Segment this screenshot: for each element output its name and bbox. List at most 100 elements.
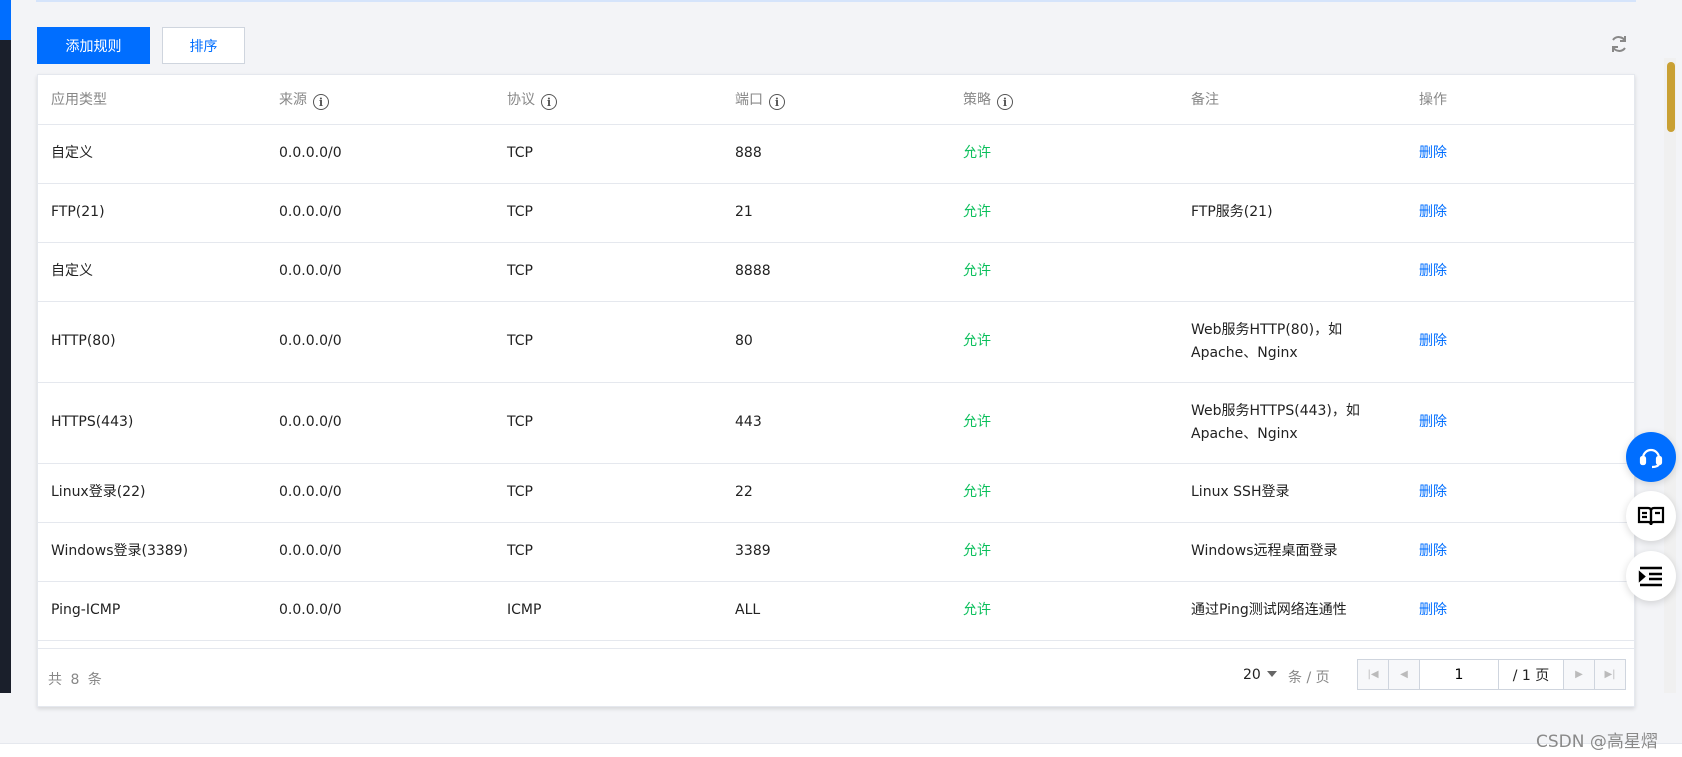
refresh-icon[interactable]: [1608, 33, 1630, 55]
caret-down-icon: [1266, 671, 1277, 677]
first-page-icon[interactable]: |◀: [1358, 660, 1389, 689]
table-row: Linux登录(22) 0.0.0.0/0 TCP 22 允许 Linux SSH登录 删除: [38, 463, 1636, 523]
list-indent-icon[interactable]: [1626, 551, 1676, 601]
source-cell: 0.0.0.0/0: [266, 183, 494, 243]
app-type-cell: HTTPS(443): [38, 382, 266, 464]
policy-cell: 允许: [950, 382, 1178, 464]
info-icon[interactable]: i: [313, 94, 329, 110]
table-row: 自定义 0.0.0.0/0 TCP 888 允许 删除: [38, 124, 1636, 184]
page-number-input[interactable]: [1420, 660, 1499, 689]
delete-link[interactable]: 删除: [1419, 333, 1447, 349]
per-page-label: 条 / 页: [1288, 670, 1330, 686]
policy-cell: 允许: [963, 204, 991, 220]
app-type-cell: FTP(21): [51, 204, 105, 220]
app-type-cell: Linux登录(22): [51, 484, 146, 500]
add-rule-button[interactable]: 添加规则: [37, 27, 150, 64]
port-cell: 8888: [722, 242, 950, 302]
port-cell: ALL: [722, 581, 950, 641]
info-icon[interactable]: i: [997, 94, 1013, 110]
port-cell: 3389: [735, 543, 771, 559]
column-header-label: 操作: [1419, 92, 1447, 109]
policy-cell: 允许: [950, 242, 1178, 302]
table-footer: 共 8 条 20 条 / 页 |◀ ◀ / 1 页 ▶ ▶|: [38, 648, 1636, 706]
protocol-cell: TCP: [494, 382, 722, 464]
app-type-cell: Linux登录(22): [38, 463, 266, 523]
delete-link[interactable]: 删除: [1419, 484, 1447, 500]
source-cell: 0.0.0.0/0: [266, 382, 494, 464]
prev-page-icon[interactable]: ◀: [1389, 660, 1420, 689]
scrollbar-track[interactable]: [1664, 58, 1676, 693]
sidebar-active-indicator: [0, 0, 11, 40]
delete-link[interactable]: 删除: [1419, 263, 1447, 279]
headset-icon[interactable]: [1626, 432, 1676, 482]
rules-table-panel: 应用类型 来源 i 协议 i 端口 i 策略 i 备注 操作 自定义 0.0.0.0/0 TCP 888 允…: [37, 74, 1636, 707]
delete-link[interactable]: 删除: [1419, 414, 1447, 430]
protocol-cell: TCP: [507, 145, 533, 161]
policy-cell: 允许: [963, 414, 991, 430]
protocol-cell: ICMP: [494, 581, 722, 641]
source-cell: 0.0.0.0/0: [266, 124, 494, 184]
source-cell: 0.0.0.0/0: [279, 263, 342, 279]
protocol-cell: TCP: [507, 263, 533, 279]
protocol-cell: TCP: [507, 484, 533, 500]
policy-cell: 允许: [950, 301, 1178, 383]
page-size-select[interactable]: 20: [1243, 667, 1277, 683]
delete-cell: 删除: [1406, 463, 1636, 523]
app-type-cell: HTTP(80): [51, 333, 116, 349]
app-type-cell: Windows登录(3389): [51, 543, 189, 559]
delete-link[interactable]: 删除: [1419, 602, 1447, 618]
policy-cell: 允许: [963, 263, 991, 279]
policy-cell: 允许: [963, 333, 991, 349]
column-header: 应用类型: [38, 75, 266, 125]
port-cell: 80: [735, 333, 753, 349]
source-cell: 0.0.0.0/0: [266, 463, 494, 523]
note-cell: 通过Ping测试网络连通性: [1178, 581, 1406, 641]
last-page-icon[interactable]: ▶|: [1594, 660, 1625, 689]
column-header-label: 来源: [279, 91, 307, 108]
column-header: 备注: [1178, 75, 1406, 125]
info-icon[interactable]: i: [541, 94, 557, 110]
app-type-cell: 自定义: [51, 263, 93, 279]
port-cell: ALL: [735, 602, 761, 618]
column-header-label: 策略: [963, 91, 991, 108]
protocol-cell: TCP: [494, 301, 722, 383]
protocol-cell: ICMP: [507, 602, 542, 618]
source-cell: 0.0.0.0/0: [279, 204, 342, 220]
note-cell: 通过Ping测试网络连通性: [1191, 602, 1347, 618]
bottom-bar: [0, 743, 1682, 757]
source-cell: 0.0.0.0/0: [266, 242, 494, 302]
delete-link[interactable]: 删除: [1419, 204, 1447, 220]
sort-button[interactable]: 排序: [162, 27, 245, 64]
protocol-cell: TCP: [494, 183, 722, 243]
app-type-cell: HTTPS(443): [51, 414, 134, 430]
source-cell: 0.0.0.0/0: [266, 522, 494, 582]
delete-cell: 删除: [1406, 581, 1636, 641]
policy-cell: 允许: [950, 183, 1178, 243]
rules-table: 应用类型 来源 i 协议 i 端口 i 策略 i 备注 操作 自定义 0.0.0.0/0 TCP 888 允…: [38, 75, 1636, 641]
delete-link[interactable]: 删除: [1419, 145, 1447, 161]
policy-cell: 允许: [950, 124, 1178, 184]
source-cell: 0.0.0.0/0: [279, 484, 342, 500]
app-type-cell: 自定义: [51, 145, 93, 161]
toolbar: 添加规则 排序: [37, 27, 245, 64]
delete-link[interactable]: 删除: [1419, 543, 1447, 559]
port-cell: 22: [735, 484, 753, 500]
port-cell: 443: [735, 414, 762, 430]
column-header-label: 备注: [1191, 92, 1219, 109]
info-icon[interactable]: i: [769, 94, 785, 110]
next-page-icon[interactable]: ▶: [1563, 660, 1594, 689]
port-cell: 8888: [735, 263, 771, 279]
delete-cell: 删除: [1406, 124, 1636, 184]
port-cell: 888: [722, 124, 950, 184]
book-icon[interactable]: [1626, 491, 1676, 541]
app-type-cell: Windows登录(3389): [38, 522, 266, 582]
app-type-cell: Ping-ICMP: [38, 581, 266, 641]
delete-cell: 删除: [1406, 242, 1636, 302]
source-cell: 0.0.0.0/0: [266, 581, 494, 641]
scrollbar-thumb[interactable]: [1667, 62, 1675, 132]
table-row: Ping-ICMP 0.0.0.0/0 ICMP ALL 允许 通过Ping测试网络连通性…: [38, 581, 1636, 641]
policy-cell: 允许: [963, 602, 991, 618]
port-cell: 443: [722, 382, 950, 464]
source-cell: 0.0.0.0/0: [279, 543, 342, 559]
table-row: 自定义 0.0.0.0/0 TCP 8888 允许 删除: [38, 242, 1636, 302]
